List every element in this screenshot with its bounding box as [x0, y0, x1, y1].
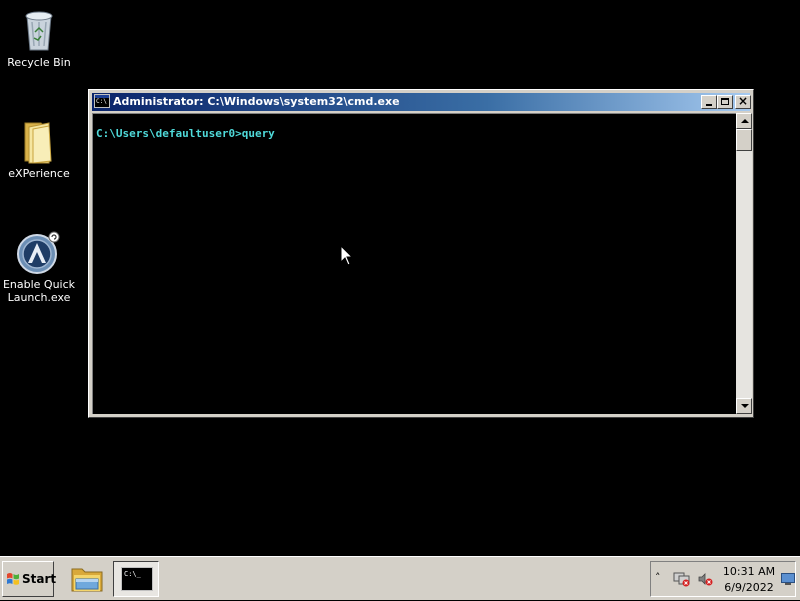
network-disconnected-icon[interactable]: [673, 571, 691, 587]
cmd-icon-text: C:\_: [124, 570, 141, 578]
maximize-icon: [721, 98, 729, 105]
clock-date[interactable]: 6/9/2022: [721, 581, 777, 594]
cmd-icon: C:\_: [121, 567, 153, 591]
system-tray: ˄ 10:31 AM 6/9/2022: [650, 561, 796, 597]
window-titlebar[interactable]: C:\ Administrator: C:\Windows\system32\c…: [92, 93, 751, 111]
cmd-window[interactable]: C:\ Administrator: C:\Windows\system32\c…: [88, 89, 754, 418]
mouse-cursor-icon: [340, 245, 354, 266]
clock-time[interactable]: 10:31 AM: [721, 565, 777, 578]
taskbar-cmd-button[interactable]: C:\_: [113, 561, 159, 597]
scroll-up-button[interactable]: [736, 113, 752, 129]
scroll-down-button[interactable]: [736, 398, 752, 414]
command-prompt-line: C:\Users\defaultuser0>query: [96, 127, 275, 140]
recycle-bin-icon: [25, 11, 53, 51]
maximize-button[interactable]: [717, 95, 733, 109]
folder-icon: [24, 122, 52, 164]
windows-logo-icon: [7, 573, 19, 585]
show-desktop-icon[interactable]: [781, 573, 795, 585]
vertical-scrollbar[interactable]: [736, 113, 752, 414]
console-output[interactable]: C:\Users\defaultuser0>query: [92, 113, 736, 414]
start-label: Start: [22, 572, 57, 586]
desktop-icon-recycle-bin[interactable]: Recycle Bin: [0, 6, 78, 69]
desktop-icon-label: Recycle Bin: [7, 56, 71, 69]
desktop: Recycle Bin eXPerience Enable Quick Laun…: [0, 0, 800, 556]
desktop-icon-experience[interactable]: eXPerience: [0, 117, 78, 180]
close-button[interactable]: ×: [735, 94, 751, 109]
window-title: Administrator: C:\Windows\system32\cmd.e…: [113, 95, 400, 108]
volume-muted-icon[interactable]: [697, 571, 713, 587]
minimize-icon: [706, 104, 712, 106]
scrollbar-thumb[interactable]: [736, 129, 752, 151]
close-icon: ×: [738, 94, 749, 108]
desktop-icon-enable-quick-launch[interactable]: Enable Quick Launch.exe: [0, 228, 78, 304]
minimize-button[interactable]: [701, 95, 717, 109]
app-launcher-icon: [17, 231, 60, 274]
desktop-icon-label: eXPerience: [8, 167, 70, 180]
show-hidden-icons-chevron-icon[interactable]: ˄: [655, 571, 661, 585]
file-explorer-icon: [71, 568, 103, 592]
arrow-down-icon: [741, 404, 749, 408]
cmd-icon: C:\: [94, 94, 110, 108]
arrow-up-icon: [741, 119, 749, 123]
desktop-icon-label: Enable Quick Launch.exe: [2, 278, 76, 304]
taskbar: Start C:\_ ˄ 10:31 AM 6/9/2022: [0, 556, 800, 600]
cmd-icon-text: C:\: [96, 98, 107, 105]
taskbar-explorer-button[interactable]: [66, 561, 108, 597]
start-button[interactable]: Start: [2, 561, 57, 597]
